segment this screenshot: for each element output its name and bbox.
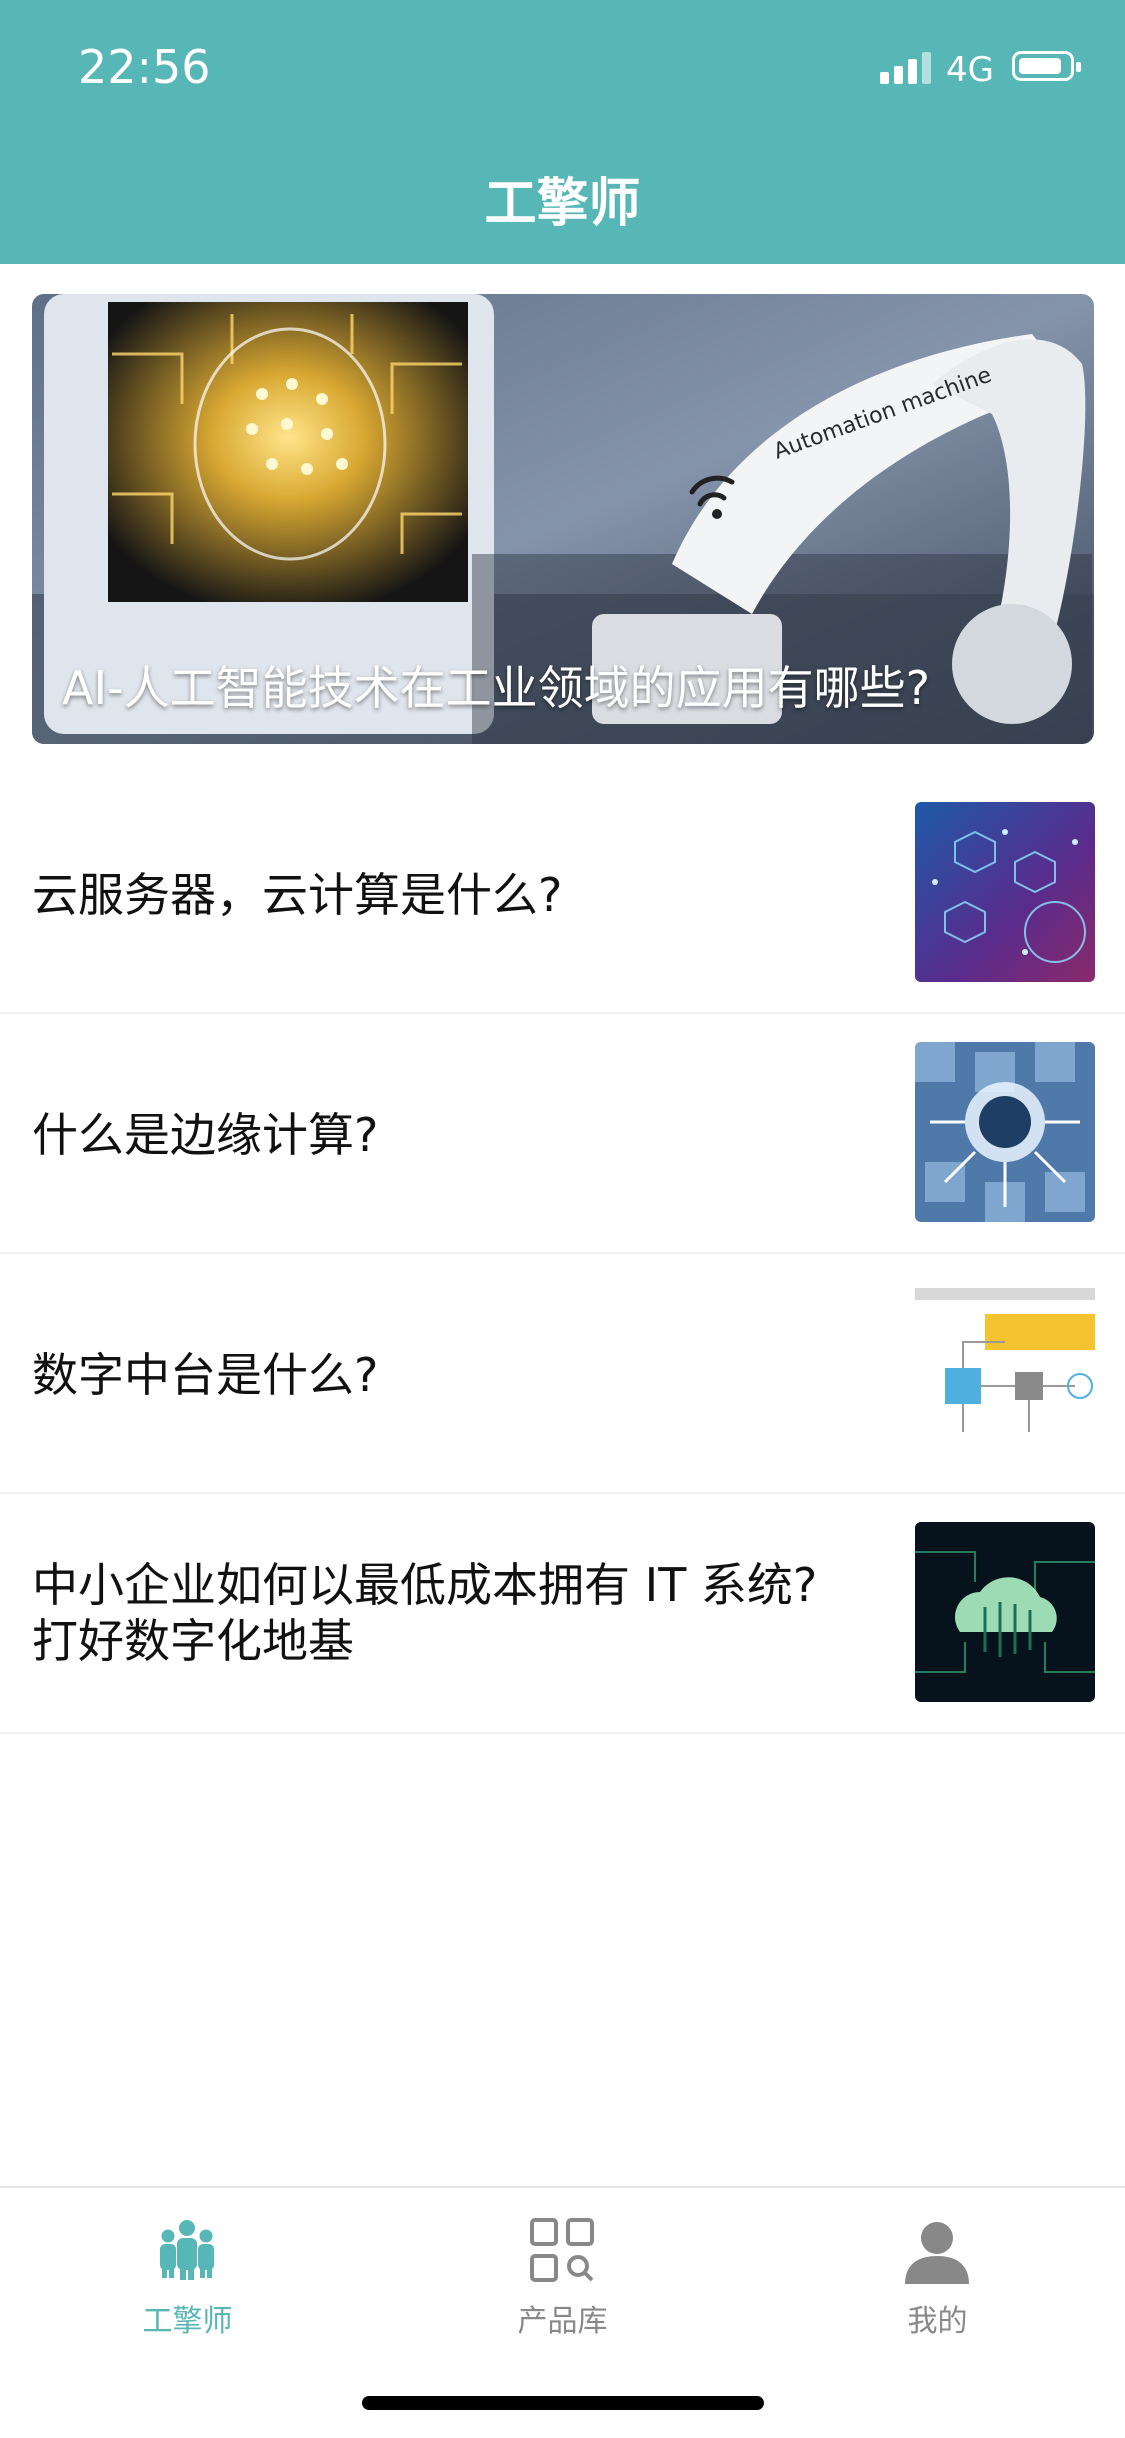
tab-label: 工擎师 [142,2304,233,2339]
network-type: 4G [946,50,994,90]
tab-profile[interactable]: 我的 [750,2188,1125,2348]
signal-icon [880,52,932,84]
article-title: 数字中台是什么? [32,1348,379,1402]
article-title: 什么是边缘计算? [32,1108,379,1162]
tab-label: 我的 [907,2304,968,2339]
product-library-icon [530,2218,594,2282]
status-bar: 22:56 4G [0,0,1125,132]
page-title: 工擎师 [0,132,1125,264]
article-thumbnail [915,802,1095,982]
list-item[interactable]: 什么是边缘计算? [0,1014,1125,1254]
article-title-line-2: 打好数字化地基 [32,1614,354,1668]
engineers-icon [160,2220,214,2280]
article-title: 云服务器，云计算是什么? [32,868,563,922]
article-thumbnail [915,1042,1095,1222]
hero-title: AI-人工智能技术在工业领域的应用有哪些? [62,661,931,715]
home-indicator [362,2396,764,2410]
profile-icon [905,2222,969,2284]
status-time: 22:56 [78,40,211,94]
article-thumbnail [915,1522,1095,1702]
article-title-line-1: 中小企业如何以最低成本拥有 IT 系统? [32,1558,818,1612]
list-item[interactable]: 云服务器，云计算是什么? [0,774,1125,1014]
list-item[interactable]: 数字中台是什么? [0,1254,1125,1494]
battery-icon [1012,51,1081,81]
article-thumbnail [915,1282,1095,1462]
tab-product-library[interactable]: 产品库 [375,2188,750,2348]
list-item[interactable]: 中小企业如何以最低成本拥有 IT 系统? 打好数字化地基 [0,1494,1125,1734]
tab-engineers[interactable]: 工擎师 [0,2188,375,2348]
tab-bar: 工擎师 产品库 我的 [0,2186,1125,2438]
tab-label: 产品库 [517,2304,608,2339]
hero-article-card[interactable]: Automation machine AI-人工智能技术在工业领域的应用有哪些? [32,294,1094,744]
